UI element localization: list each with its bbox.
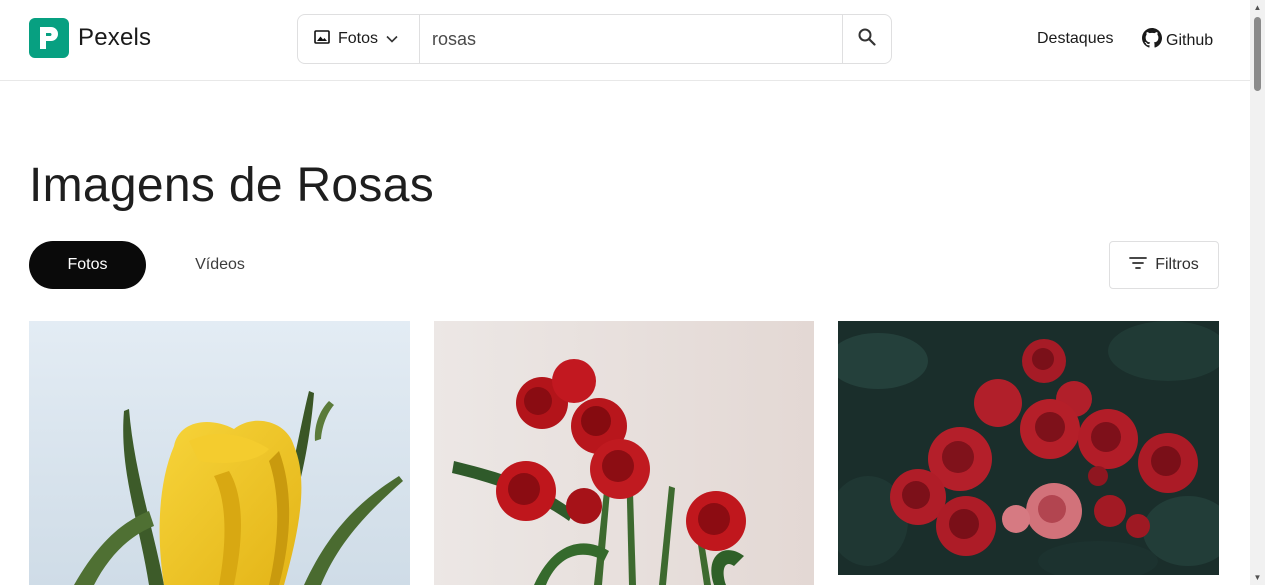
red-roses-bush-image [838, 321, 1219, 575]
filters-button[interactable]: Filtros [1109, 241, 1219, 289]
search-type-label: Fotos [338, 30, 379, 47]
photo-card-red-roses-vase[interactable] [434, 321, 814, 585]
image-icon [314, 29, 330, 49]
tab-fotos[interactable]: Fotos [29, 241, 146, 289]
search-bar: Fotos [297, 14, 892, 64]
photo-card-red-roses-bush[interactable] [838, 321, 1219, 575]
tab-videos[interactable]: Vídeos [160, 241, 280, 289]
page-scrollbar[interactable]: ▲ ▼ [1250, 0, 1265, 585]
search-type-dropdown[interactable]: Fotos [298, 15, 420, 63]
page-title: Imagens de Rosas [29, 159, 435, 212]
chevron-down-icon [386, 30, 398, 48]
nav-destaques-link[interactable]: Destaques [1037, 30, 1114, 48]
brand-logo[interactable]: Pexels [29, 18, 151, 58]
brand-name: Pexels [78, 24, 152, 51]
scroll-down-icon[interactable]: ▼ [1250, 570, 1265, 585]
github-label: Github [1166, 31, 1214, 49]
search-input[interactable] [420, 15, 842, 63]
filter-lines-icon [1129, 256, 1148, 275]
nav-github-link[interactable]: Github [1142, 28, 1213, 53]
pexels-logo-icon [29, 18, 69, 58]
scroll-up-icon[interactable]: ▲ [1250, 0, 1265, 15]
github-icon [1142, 28, 1162, 53]
scrollbar-thumb[interactable] [1254, 17, 1261, 91]
filters-label: Filtros [1155, 256, 1199, 273]
search-button[interactable] [842, 15, 891, 63]
search-icon [858, 28, 876, 51]
yellow-rose-image [29, 321, 410, 585]
photo-card-yellow-rose[interactable] [29, 321, 410, 585]
red-roses-vase-image [434, 321, 814, 585]
top-header: Pexels Fotos rosas Destaques Github [0, 0, 1250, 81]
